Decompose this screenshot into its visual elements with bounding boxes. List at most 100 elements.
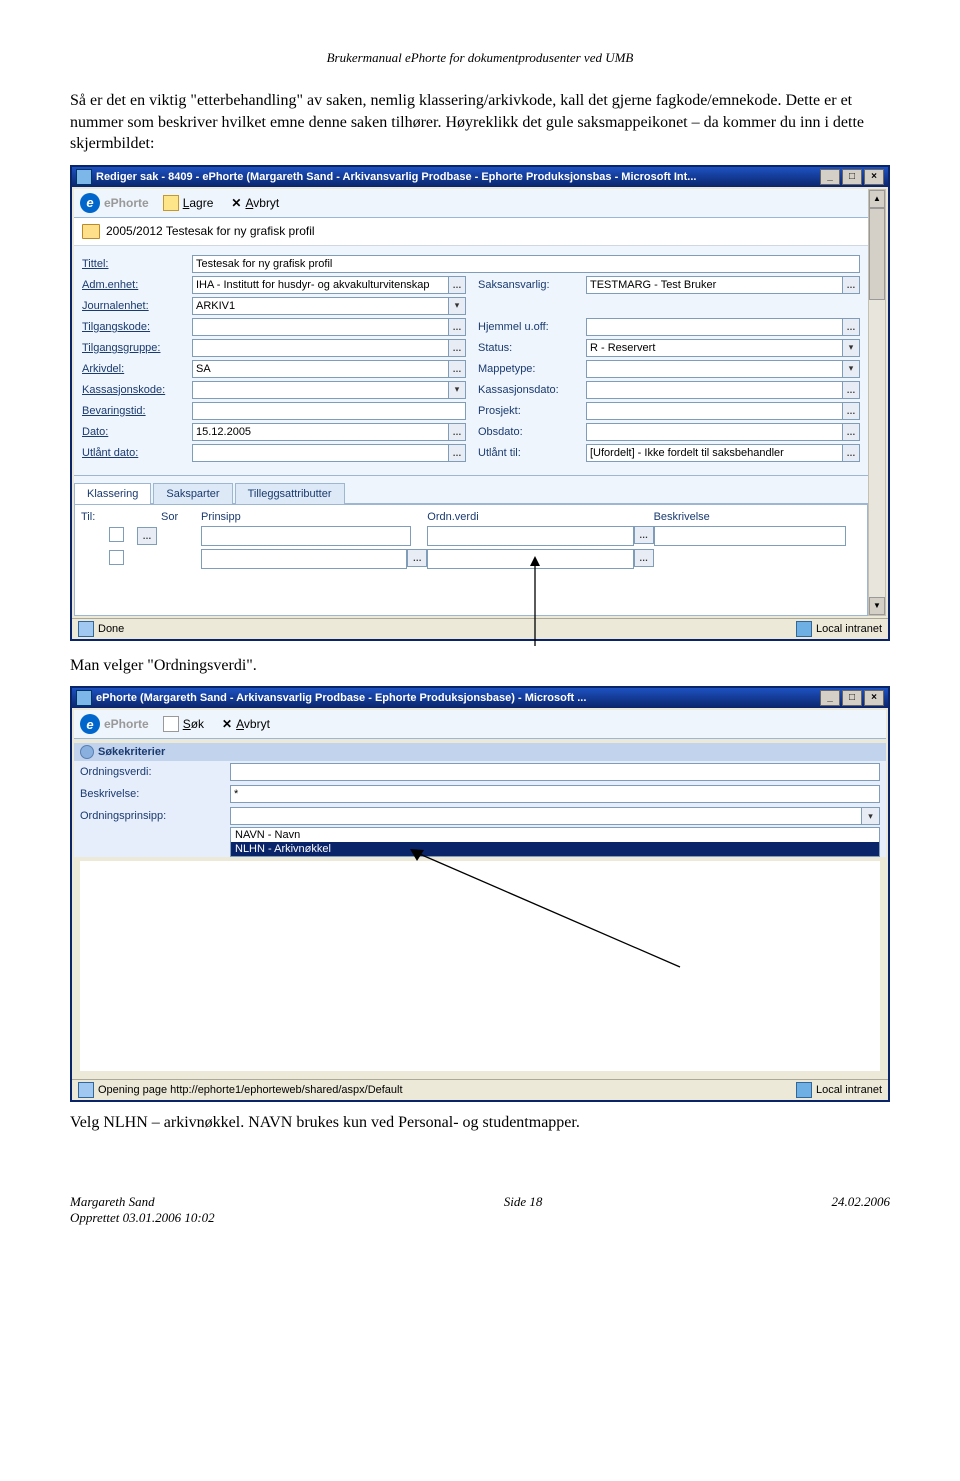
field-obsdato[interactable] [586, 423, 843, 441]
option-nlhn[interactable]: NLHN - Arkivnøkkel [231, 842, 879, 856]
dropdown-icon[interactable] [449, 381, 466, 399]
label-journal: Journalenhet: [82, 300, 192, 312]
field-tittel[interactable] [192, 255, 860, 273]
ephorte-toolbar: e ePhorte Lagre ✕ Avbryt [74, 189, 868, 218]
footer-created: Opprettet 03.01.2006 10:02 [70, 1210, 215, 1226]
save-icon [163, 195, 179, 211]
field-beskrivelse[interactable] [230, 785, 880, 803]
field-adm[interactable] [192, 276, 449, 294]
field-tilgkode[interactable] [192, 318, 449, 336]
zone-text: Local intranet [816, 1084, 882, 1096]
tabstrip: Klassering Saksparter Tilleggsattributte… [74, 475, 868, 504]
field-status[interactable] [586, 339, 843, 357]
maximize-button[interactable]: □ [842, 690, 862, 706]
lookup-icon[interactable]: … [449, 444, 466, 462]
status-text: Done [98, 623, 124, 635]
field-utlaantdato[interactable] [192, 444, 449, 462]
dropdown-icon[interactable] [843, 339, 860, 357]
field-saksansv[interactable] [586, 276, 843, 294]
label-arkivdel: Arkivdel: [82, 363, 192, 375]
cell-prinsipp[interactable] [201, 526, 411, 546]
lookup-icon[interactable]: … [843, 402, 860, 420]
done-icon [78, 621, 94, 637]
lookup-icon[interactable]: … [137, 527, 157, 545]
label-utlaanttil: Utlånt til: [478, 447, 586, 459]
ephorte-logo-icon: e [80, 193, 100, 213]
col-til: Til: [81, 511, 109, 523]
dropdown-icon[interactable] [843, 360, 860, 378]
window-titlebar[interactable]: ePhorte (Margareth Sand - Arkivansvarlig… [72, 688, 888, 708]
field-mappetype[interactable] [586, 360, 843, 378]
status-bar: Opening page http://ephorte1/ephorteweb/… [72, 1079, 888, 1100]
lookup-icon[interactable]: … [843, 423, 860, 441]
lookup-icon[interactable]: … [843, 318, 860, 336]
lookup-icon[interactable]: … [843, 381, 860, 399]
cell-prinsipp[interactable] [201, 549, 407, 569]
close-button[interactable]: × [864, 169, 884, 185]
minimize-button[interactable]: _ [820, 169, 840, 185]
label-mappetype: Mappetype: [478, 363, 586, 375]
ephorte-logo-icon: e [80, 714, 100, 734]
field-kasskode[interactable] [192, 381, 449, 399]
tab-saksparter[interactable]: Saksparter [153, 483, 232, 504]
label-status: Status: [478, 342, 586, 354]
lookup-icon[interactable]: … [843, 276, 860, 294]
field-dato[interactable] [192, 423, 449, 441]
ie-window-rediger-sak: Rediger sak - 8409 - ePhorte (Margareth … [70, 165, 890, 641]
cell-besk[interactable] [654, 526, 847, 546]
prinsipp-dropdown-list[interactable]: NAVN - Navn NLHN - Arkivnøkkel [230, 827, 880, 857]
label-beskrivelse: Beskrivelse: [80, 788, 230, 800]
field-prosjekt[interactable] [586, 402, 843, 420]
tab-klassering[interactable]: Klassering [74, 483, 151, 504]
case-header: 2005/2012 Testesak for ny grafisk profil [74, 218, 868, 246]
lookup-icon[interactable]: … [407, 549, 427, 567]
minimize-button[interactable]: _ [820, 690, 840, 706]
maximize-button[interactable]: □ [842, 169, 862, 185]
save-button[interactable]: Lagre [159, 193, 218, 213]
dropdown-icon[interactable] [862, 807, 880, 825]
folder-icon [82, 224, 100, 239]
option-navn[interactable]: NAVN - Navn [231, 828, 879, 842]
lookup-icon[interactable]: … [449, 360, 466, 378]
field-kassdato[interactable] [586, 381, 843, 399]
scroll-down-icon[interactable]: ▼ [869, 597, 885, 615]
cell-ordn[interactable] [427, 526, 633, 546]
checkbox[interactable] [109, 527, 124, 542]
lookup-icon[interactable]: … [843, 444, 860, 462]
field-journal[interactable] [192, 297, 449, 315]
lookup-icon[interactable]: … [449, 318, 466, 336]
field-arkivdel[interactable] [192, 360, 449, 378]
label-utlaantdato: Utlånt dato: [82, 447, 192, 459]
vertical-scrollbar[interactable]: ▲ ▼ [868, 189, 886, 616]
footer-author: Margareth Sand [70, 1194, 215, 1210]
dropdown-icon[interactable] [449, 297, 466, 315]
lookup-icon[interactable]: … [449, 339, 466, 357]
cancel-button[interactable]: ✕ Avbryt [227, 194, 283, 212]
lookup-icon[interactable]: … [449, 423, 466, 441]
tab-tillegg[interactable]: Tilleggsattributter [235, 483, 345, 504]
scroll-thumb[interactable] [869, 208, 885, 300]
field-ordningsverdi[interactable] [230, 763, 880, 781]
close-button[interactable]: × [864, 690, 884, 706]
search-button[interactable]: Søk [159, 714, 208, 734]
field-tilggruppe[interactable] [192, 339, 449, 357]
cancel-button[interactable]: ✕ Avbryt [218, 715, 274, 733]
criteria-header: Søkekriterier [74, 743, 886, 761]
label-kassdato: Kassasjonsdato: [478, 384, 586, 396]
lookup-icon[interactable]: … [449, 276, 466, 294]
field-ordningsprinsipp[interactable] [230, 807, 862, 825]
lookup-icon[interactable]: … [634, 526, 654, 544]
para-ordningsverdi: Man velger "Ordningsverdi". [70, 655, 890, 677]
label-obsdato: Obsdato: [478, 426, 586, 438]
checkbox[interactable] [109, 550, 124, 565]
label-bevtid: Bevaringstid: [82, 405, 192, 417]
field-utlaanttil[interactable] [586, 444, 843, 462]
label-dato: Dato: [82, 426, 192, 438]
lookup-icon[interactable]: … [634, 549, 654, 567]
window-titlebar[interactable]: Rediger sak - 8409 - ePhorte (Margareth … [72, 167, 888, 187]
label-hjemmel: Hjemmel u.off: [478, 321, 586, 333]
scroll-up-icon[interactable]: ▲ [869, 190, 885, 208]
field-bevtid[interactable] [192, 402, 466, 420]
cell-ordn[interactable] [427, 549, 633, 569]
field-hjemmel[interactable] [586, 318, 843, 336]
